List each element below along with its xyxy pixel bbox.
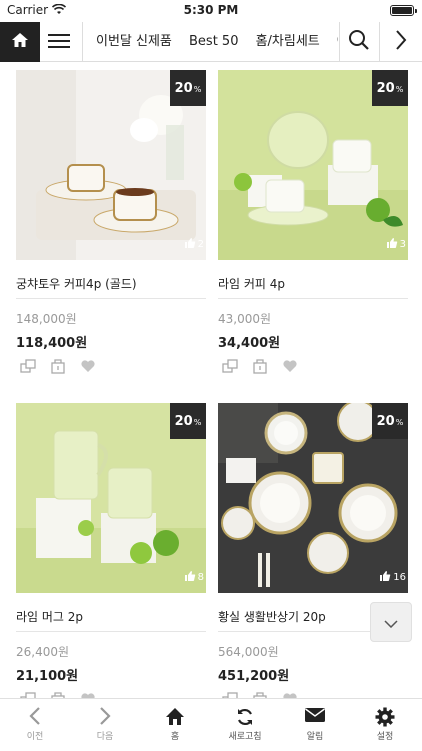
product-grid: 20% 2 궁챠토우 커피4p (골드) 148,000원 118,400원 2… bbox=[0, 62, 422, 698]
divider bbox=[16, 631, 206, 632]
nav-link-best[interactable]: Best 50 bbox=[189, 22, 238, 62]
tab-back[interactable]: 이전 bbox=[0, 699, 70, 751]
sale-price: 34,400원 bbox=[218, 336, 281, 351]
top-nav: 이번달 신제품 Best 50 홈/차림세트 예단 bbox=[0, 22, 422, 62]
like-count: 2 bbox=[184, 237, 204, 252]
divider bbox=[218, 298, 408, 299]
menu-icon-bar bbox=[48, 40, 70, 42]
home-icon bbox=[140, 699, 210, 727]
product-name[interactable]: 황실 생활반상기 20p bbox=[218, 608, 326, 625]
chevron-right-icon bbox=[394, 29, 408, 55]
bottom-toolbar: 이전 다음 홈 새로고침 알림 설정 bbox=[0, 698, 422, 750]
nav-link-yedan[interactable]: 예단 bbox=[337, 22, 338, 62]
category-links: 이번달 신제품 Best 50 홈/차림세트 예단 bbox=[84, 22, 338, 62]
discount-badge: 20% bbox=[372, 403, 408, 439]
tab-home[interactable]: 홈 bbox=[140, 699, 210, 751]
compare-icon[interactable] bbox=[20, 691, 36, 698]
menu-icon-bar bbox=[48, 34, 70, 36]
cart-icon[interactable] bbox=[50, 691, 66, 698]
tab-settings[interactable]: 설정 bbox=[350, 699, 420, 751]
divider bbox=[16, 298, 206, 299]
tab-label: 이전 bbox=[26, 732, 44, 742]
sale-price: 21,100원 bbox=[16, 669, 79, 684]
menu-button[interactable] bbox=[44, 30, 74, 54]
home-button[interactable] bbox=[0, 22, 40, 62]
product-actions bbox=[20, 691, 96, 698]
sale-price: 118,400원 bbox=[16, 336, 88, 351]
compare-icon[interactable] bbox=[222, 691, 238, 698]
tab-label: 알림 bbox=[306, 732, 324, 742]
like-count: 16 bbox=[379, 570, 406, 585]
discount-badge: 20% bbox=[170, 70, 206, 106]
discount-badge: 20% bbox=[170, 403, 206, 439]
nav-next-button[interactable] bbox=[382, 22, 420, 62]
tab-forward[interactable]: 다음 bbox=[70, 699, 140, 751]
nav-divider bbox=[82, 22, 83, 62]
thumbs-up-icon bbox=[184, 570, 196, 585]
status-bar: Carrier 5:30 PM bbox=[0, 0, 422, 22]
search-button[interactable] bbox=[340, 22, 378, 62]
product-image[interactable]: 20% 8 bbox=[16, 403, 206, 593]
back-icon bbox=[0, 699, 70, 727]
tab-label: 설정 bbox=[376, 732, 394, 742]
refresh-icon bbox=[210, 699, 280, 727]
chevron-down-icon bbox=[384, 613, 398, 632]
original-price: 26,400원 bbox=[16, 645, 70, 659]
tab-label: 다음 bbox=[96, 732, 114, 742]
thumbs-up-icon bbox=[386, 237, 398, 252]
product-image[interactable]: 20% 16 bbox=[218, 403, 408, 593]
like-count: 3 bbox=[386, 237, 406, 252]
sale-price: 451,200원 bbox=[218, 669, 290, 684]
cart-icon[interactable] bbox=[50, 358, 66, 374]
search-icon bbox=[348, 29, 370, 55]
nav-link-new[interactable]: 이번달 신제품 bbox=[96, 22, 172, 62]
product-name[interactable]: 라임 커피 4p bbox=[218, 275, 285, 292]
original-price: 148,000원 bbox=[16, 312, 77, 326]
compare-icon[interactable] bbox=[20, 358, 36, 374]
original-price: 43,000원 bbox=[218, 312, 272, 326]
heart-icon[interactable] bbox=[80, 691, 96, 698]
product-name[interactable]: 라임 머그 2p bbox=[16, 608, 83, 625]
home-icon bbox=[11, 31, 29, 53]
product-actions bbox=[20, 358, 96, 374]
scroll-down-button[interactable] bbox=[370, 602, 412, 642]
cart-icon[interactable] bbox=[252, 691, 268, 698]
thumbs-up-icon bbox=[379, 570, 391, 585]
product-name[interactable]: 궁챠토우 커피4p (골드) bbox=[16, 275, 137, 292]
original-price: 564,000원 bbox=[218, 645, 279, 659]
nav-divider bbox=[379, 22, 380, 62]
heart-icon[interactable] bbox=[282, 691, 298, 698]
product-image[interactable]: 20% 3 bbox=[218, 70, 408, 260]
tab-notifications[interactable]: 알림 bbox=[280, 699, 350, 751]
mail-icon bbox=[280, 699, 350, 727]
cart-icon[interactable] bbox=[252, 358, 268, 374]
like-count: 8 bbox=[184, 570, 204, 585]
menu-icon-bar bbox=[48, 46, 70, 48]
heart-icon[interactable] bbox=[282, 358, 298, 374]
tab-label: 홈 bbox=[170, 732, 180, 742]
heart-icon[interactable] bbox=[80, 358, 96, 374]
product-actions bbox=[222, 358, 298, 374]
tab-refresh[interactable]: 새로고침 bbox=[210, 699, 280, 751]
thumbs-up-icon bbox=[184, 237, 196, 252]
product-image[interactable]: 20% 2 bbox=[16, 70, 206, 260]
tab-label: 새로고침 bbox=[228, 732, 262, 742]
clock: 5:30 PM bbox=[183, 3, 239, 17]
compare-icon[interactable] bbox=[222, 358, 238, 374]
gear-icon bbox=[350, 699, 420, 727]
forward-icon bbox=[70, 699, 140, 727]
nav-link-home-set[interactable]: 홈/차림세트 bbox=[256, 22, 320, 62]
battery-icon bbox=[390, 5, 417, 16]
product-actions bbox=[222, 691, 298, 698]
discount-badge: 20% bbox=[372, 70, 408, 106]
